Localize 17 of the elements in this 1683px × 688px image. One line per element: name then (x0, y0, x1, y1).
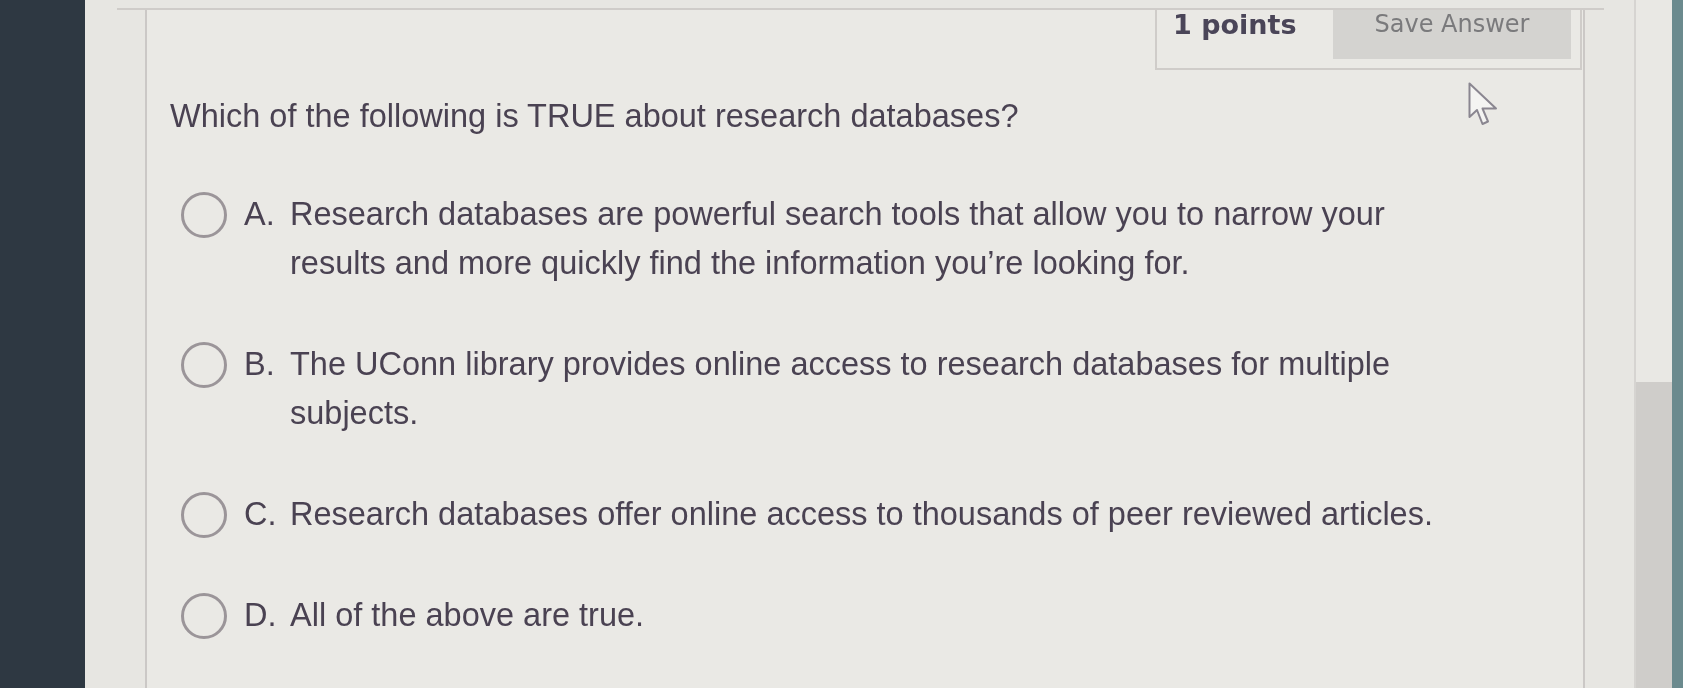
radio-button[interactable] (181, 593, 227, 639)
radio-button[interactable] (181, 342, 227, 388)
option-letter: B. (244, 345, 276, 384)
option-letter: A. (244, 195, 276, 234)
option-text: Research databases are powerful search tools that allow you to narrow your results and more quickly find the information you’re looking for. (290, 195, 1386, 283)
radio-button[interactable] (181, 492, 227, 538)
scrollbar-thumb[interactable] (1636, 382, 1672, 688)
radio-button[interactable] (181, 192, 227, 238)
option-letter: D. (244, 596, 278, 635)
points-label: 1 points (1173, 10, 1297, 40)
option-text: Research databases offer online access to thousands of peer reviewed articles. (290, 495, 1434, 534)
option-text: The UConn library provides online access to research databases for multiple subjects. (290, 345, 1392, 433)
question-text: Which of the following is TRUE about research databases? (170, 97, 1019, 136)
option-text: All of the above are true. (290, 596, 646, 635)
mouse-pointer-icon (1468, 82, 1498, 126)
option-letter: C. (244, 495, 278, 534)
save-answer-button[interactable]: Save Answer (1333, 10, 1571, 59)
